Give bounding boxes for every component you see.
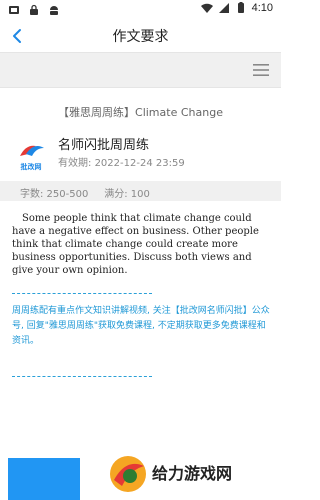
author-block: 批改网 名师闪批周周练 有效期: 2022-12-24 23:59 [0, 128, 281, 178]
promo-note: 周周练配有重点作文知识讲解视频, 关注【批改网名师闪批】公众号, 回复"雅思周周… [12, 306, 270, 346]
lock-icon [30, 4, 38, 15]
status-time: 4:10 [251, 2, 273, 14]
watermark-logo [110, 456, 146, 492]
page-title: 作文要求 [112, 29, 169, 45]
notification-icon [9, 6, 19, 14]
watermark: 给力游戏网 [100, 450, 281, 500]
bottom-action-button[interactable] [8, 458, 80, 500]
wifi-icon [200, 3, 213, 13]
status-right: 4:10 [200, 2, 273, 14]
menu-button[interactable] [251, 60, 271, 80]
validity-label: 有效期: [58, 158, 92, 169]
info-bar: 字数: 250-500 满分: 100 [0, 181, 281, 201]
essay-title: 【雅思周周练】Climate Change [58, 106, 223, 119]
pigaiwang-logo: 批改网 [20, 145, 44, 171]
author-name: 名师闪批周周练 [58, 138, 150, 153]
status-bar: 4:10 [0, 0, 281, 20]
toolbar [0, 52, 281, 88]
logo-text: 批改网 [21, 162, 42, 171]
status-left [8, 4, 60, 16]
info-text: 字数: 250-500 满分: 100 [20, 185, 150, 200]
android-icon [50, 6, 58, 15]
dashed-divider-bottom [12, 376, 152, 377]
word-count: 字数: 250-500 [20, 189, 89, 200]
app-header: 作文要求 [0, 20, 281, 50]
signal-icon [218, 3, 229, 13]
dashed-divider-top [12, 293, 152, 294]
validity-line: 有效期: 2022-12-24 23:59 [58, 154, 185, 169]
validity-value: 2022-12-24 23:59 [94, 158, 185, 169]
watermark-text: 给力游戏网 [152, 464, 233, 483]
full-score: 满分: 100 [104, 189, 150, 200]
essay-prompt: Some people think that climate change co… [12, 213, 259, 276]
battery-icon [237, 2, 244, 13]
